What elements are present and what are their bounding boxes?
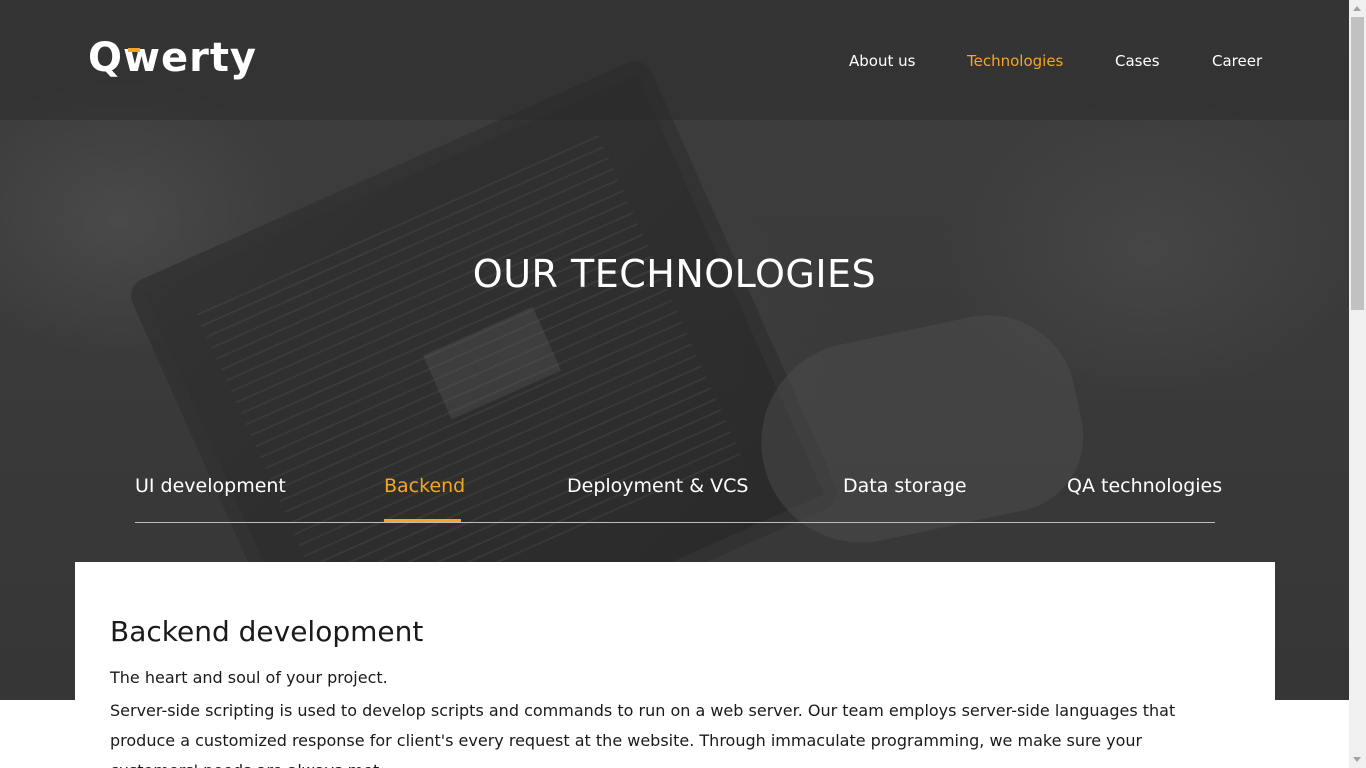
scrollbar-thumb[interactable] bbox=[1351, 17, 1364, 310]
tab-backend[interactable]: Backend bbox=[384, 472, 465, 500]
tab-ui-development[interactable]: UI development bbox=[135, 472, 286, 500]
content-title: Backend development bbox=[110, 615, 424, 648]
nav-item-about-us[interactable]: About us bbox=[849, 50, 915, 72]
active-tab-indicator bbox=[384, 519, 461, 522]
site-header: Qwerty About us Technologies Cases Caree… bbox=[0, 0, 1349, 120]
logo-text: Qwerty bbox=[88, 35, 258, 81]
page: Qwerty About us Technologies Cases Caree… bbox=[0, 0, 1349, 768]
nav-item-technologies[interactable]: Technologies bbox=[967, 50, 1063, 72]
tab-qa-technologies[interactable]: QA technologies bbox=[1067, 472, 1222, 500]
content-lead: The heart and soul of your project. bbox=[110, 668, 388, 687]
tab-deployment-vcs[interactable]: Deployment & VCS bbox=[567, 472, 748, 500]
tab-data-storage[interactable]: Data storage bbox=[843, 472, 967, 500]
nav-item-career[interactable]: Career bbox=[1212, 50, 1262, 72]
scroll-down-arrow-icon[interactable] bbox=[1353, 757, 1361, 762]
vertical-scrollbar[interactable] bbox=[1349, 0, 1366, 768]
content-body: Server-side scripting is used to develop… bbox=[110, 701, 1176, 768]
technology-tabs: UI development Backend Deployment & VCS … bbox=[135, 470, 1222, 523]
tab-content-card: Backend development The heart and soul o… bbox=[75, 562, 1275, 768]
nav-item-cases[interactable]: Cases bbox=[1115, 50, 1160, 72]
page-title: OUR TECHNOLOGIES bbox=[472, 252, 877, 296]
scroll-up-arrow-icon[interactable] bbox=[1353, 6, 1361, 11]
logo[interactable]: Qwerty bbox=[88, 28, 256, 88]
logo-accent-mark bbox=[128, 48, 140, 52]
